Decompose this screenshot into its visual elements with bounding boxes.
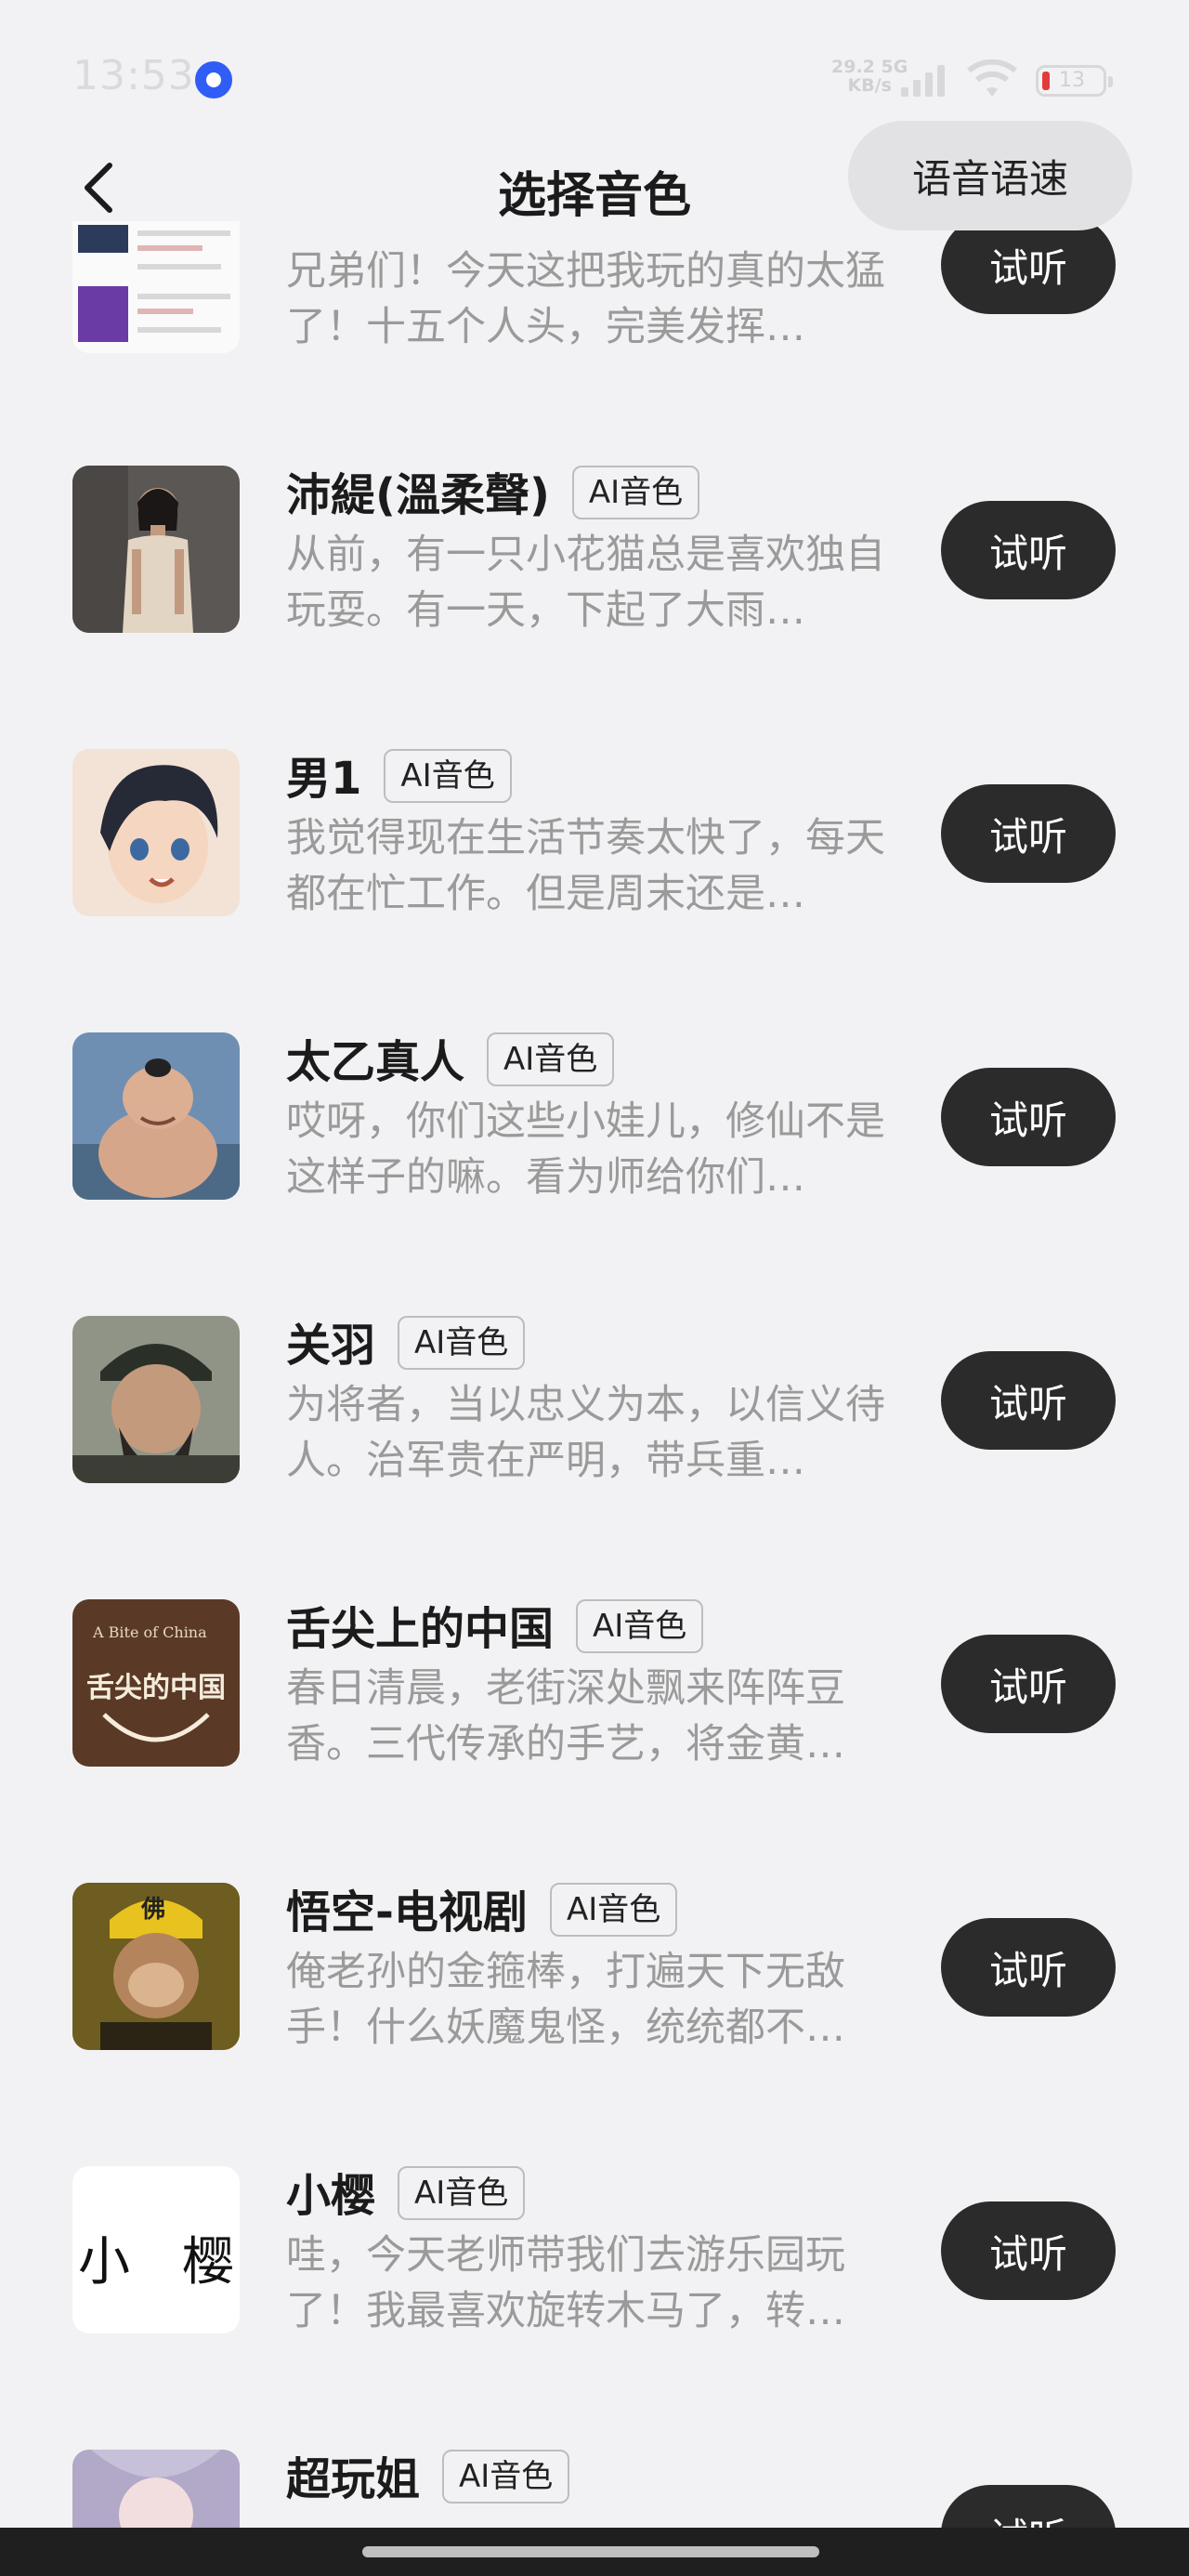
ai-voice-badge: AI音色: [487, 1032, 615, 1086]
speech-speed-button[interactable]: 语音语速: [848, 121, 1132, 230]
voice-description: 从前，有一只小花猫总是喜欢独自玩耍。有一天，下起了大雨…: [286, 532, 885, 634]
voice-item[interactable]: 小 樱 小樱 AI音色 哇，今天老师带我们去游乐园玩了！我最喜欢旋转木马了，转… …: [0, 2166, 1189, 2450]
listen-button[interactable]: 试听: [941, 2201, 1116, 2300]
thumbnail-text: 小 樱: [78, 2232, 234, 2293]
voice-thumbnail: 佛: [72, 1883, 240, 2050]
voice-name: 悟空-电视剧 AI音色: [286, 1875, 678, 1942]
listen-button[interactable]: 试听: [941, 2485, 1116, 2528]
voice-thumbnail: [72, 2450, 240, 2528]
voice-description: 为将者，当以忠义为本，以信义待人。治军贵在严明，带兵重…: [286, 1382, 885, 1484]
voice-item[interactable]: 关羽 AI音色 为将者，当以忠义为本，以信义待人。治军贵在严明，带兵重… 试听: [0, 1316, 1189, 1599]
ai-voice-badge: AI音色: [571, 466, 700, 519]
voice-description: 哎呀，你们这些小娃儿，修仙不是这样子的嘛。看为师给你们…: [286, 1098, 885, 1201]
voice-name: 小樱 AI音色: [286, 2159, 526, 2226]
voice-item[interactable]: 超玩姐AI音色 试听: [0, 2450, 1189, 2528]
voice-thumbnail: [72, 749, 240, 916]
listen-button[interactable]: 试听: [941, 221, 1116, 314]
voice-description: 我觉得现在生活节奏太快了，每天都在忙工作。但是周末还是…: [286, 815, 885, 917]
voice-item[interactable]: 男1 AI音色 我觉得现在生活节奏太快了，每天都在忙工作。但是周末还是… 试听: [0, 749, 1189, 1032]
ai-voice-badge: AI音色: [398, 1316, 526, 1370]
voice-thumbnail: 小 樱: [72, 2166, 240, 2333]
voice-thumbnail: [72, 1316, 240, 1483]
voice-item[interactable]: 兄弟们！今天这把我玩的真的太猛了！十五个人头，完美发挥… 试听: [0, 221, 1189, 370]
voice-description: 春日清晨，老街深处飘来阵阵豆香。三代传承的手艺，将金黄…: [286, 1665, 845, 1768]
ai-voice-badge: AI音色: [442, 2450, 570, 2504]
listen-button[interactable]: 试听: [941, 501, 1116, 599]
home-indicator[interactable]: [362, 2546, 819, 2557]
voice-thumbnail: [72, 1032, 240, 1200]
voice-thumbnail: A Bite of China 舌尖的中国: [72, 1599, 240, 1767]
ai-voice-badge: AI音色: [384, 749, 512, 803]
listen-button[interactable]: 试听: [941, 1351, 1116, 1450]
listen-button[interactable]: 试听: [941, 1068, 1116, 1166]
voice-name: 太乙真人 AI音色: [286, 1025, 615, 1092]
voice-name: 超玩姐 AI音色: [286, 2450, 570, 2509]
voice-name: 关羽 AI音色: [286, 1308, 526, 1375]
ai-voice-badge: AI音色: [398, 2166, 526, 2220]
voice-item[interactable]: 佛 悟空-电视剧 AI音色 俺老孙的金箍棒，打遍天下无敌手！什么妖魔鬼怪，统统都不…: [0, 1883, 1189, 2166]
listen-button[interactable]: 试听: [941, 1918, 1116, 2017]
ai-voice-badge: AI音色: [549, 1883, 678, 1937]
voice-name: 男1 AI音色: [286, 742, 512, 808]
voice-list: 兄弟们！今天这把我玩的真的太猛了！十五个人头，完美发挥… 试听 沛緹(溫柔聲) A…: [0, 0, 1189, 2576]
voice-name: 舌尖上的中国 AI音色: [286, 1592, 704, 1659]
voice-item[interactable]: 沛緹(溫柔聲) AI音色 从前，有一只小花猫总是喜欢独自玩耍。有一天，下起了大雨……: [0, 466, 1189, 749]
voice-description: 哇，今天老师带我们去游乐园玩了！我最喜欢旋转木马了，转…: [286, 2232, 845, 2334]
voice-item[interactable]: A Bite of China 舌尖的中国 舌尖上的中国 AI音色 春日清晨，老街…: [0, 1599, 1189, 1883]
ai-voice-badge: AI音色: [576, 1599, 704, 1653]
voice-thumbnail: [72, 466, 240, 633]
voice-name: 沛緹(溫柔聲) AI音色: [286, 458, 700, 525]
voice-description: 兄弟们！今天这把我玩的真的太猛了！十五个人头，完美发挥…: [286, 248, 885, 350]
voice-thumbnail: [72, 221, 240, 353]
thumbnail-logo-text: 舌尖的中国: [86, 1672, 226, 1704]
thumbnail-hat-text: 佛: [141, 1896, 166, 1924]
voice-description: 俺老孙的金箍棒，打遍天下无敌手！什么妖魔鬼怪，统统都不…: [286, 1949, 845, 2051]
voice-item[interactable]: 太乙真人 AI音色 哎呀，你们这些小娃儿，修仙不是这样子的嘛。看为师给你们… 试听: [0, 1032, 1189, 1316]
thumbnail-caption: A Bite of China: [93, 1623, 207, 1641]
listen-button[interactable]: 试听: [941, 1635, 1116, 1733]
listen-button[interactable]: 试听: [941, 784, 1116, 883]
